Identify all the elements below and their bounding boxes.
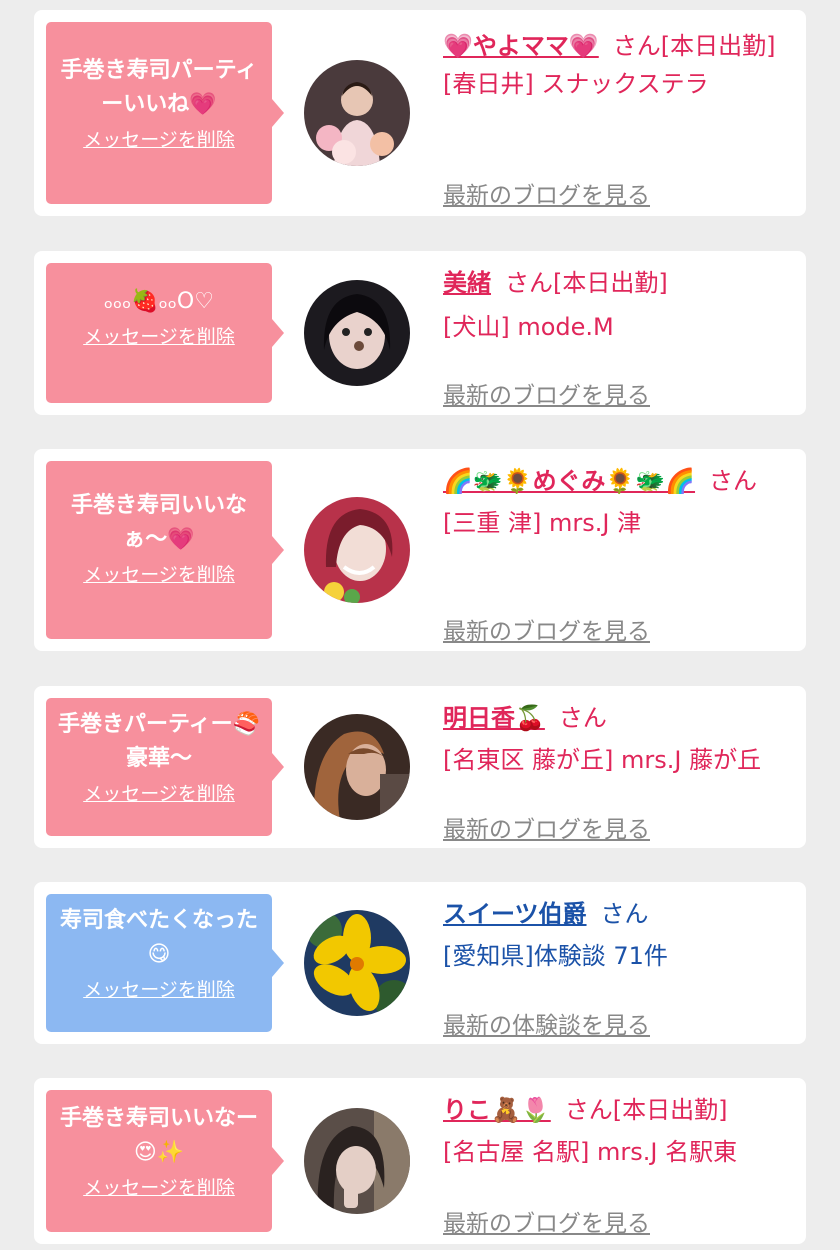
message-bubble: 手巻きパーティー🍣豪華〜 メッセージを削除 <box>46 698 284 836</box>
honorific: さん <box>505 269 553 297</box>
profile-name-link[interactable]: りこ🧸🌷 <box>443 1096 551 1124</box>
blog-link[interactable]: 最新の体験談を見る <box>443 1010 650 1042</box>
message-card: 手巻き寿司パーティーいいね💗 メッセージを削除 💗やよママ💗 さん[本日出勤] [… <box>34 10 806 216</box>
profile-info: 美緒 さん[本日出勤] [犬山] mode.M 最新のブログを見る <box>443 265 793 409</box>
blog-link[interactable]: 最新のブログを見る <box>443 1208 650 1240</box>
profile-name-link[interactable]: 🌈🐲🌻めぐみ🌻🐲🌈 <box>443 467 695 495</box>
delete-message-link[interactable]: メッセージを削除 <box>83 780 235 808</box>
message-bubble: 手巻き寿司いいなー😍✨ メッセージを削除 <box>46 1090 284 1232</box>
message-card: 手巻き寿司いいなー😍✨ メッセージを削除 りこ🧸🌷 さん[本日出勤] [名古屋 名… <box>34 1078 806 1244</box>
store-name: [名古屋 名駅] mrs.J 名駅東 <box>443 1138 738 1166</box>
avatar[interactable] <box>304 60 410 166</box>
message-bubble: 手巻き寿司いいなぁ〜💗 メッセージを削除 <box>46 461 284 639</box>
message-bubble: ₒₒₒ🍓ₒₒO♡ メッセージを削除 <box>46 263 284 403</box>
delete-message-link[interactable]: メッセージを削除 <box>83 1174 235 1202</box>
delete-message-link[interactable]: メッセージを削除 <box>83 323 235 351</box>
blog-link[interactable]: 最新のブログを見る <box>443 814 650 846</box>
message-text: 手巻きパーティー🍣豪華〜 <box>57 712 261 771</box>
delete-message-link[interactable]: メッセージを削除 <box>83 561 235 589</box>
avatar[interactable] <box>304 714 410 820</box>
honorific: さん <box>558 704 607 732</box>
profile-info: りこ🧸🌷 さん[本日出勤] [名古屋 名駅] mrs.J 名駅東 最新のブログを見… <box>443 1092 793 1237</box>
status-badge: [本日出勤] <box>660 32 776 60</box>
profile-name-link[interactable]: 美緒 <box>443 269 491 297</box>
avatar[interactable] <box>304 1108 410 1214</box>
message-card: ₒₒₒ🍓ₒₒO♡ メッセージを削除 美緒 さん[本日出勤] [犬山] mode.M… <box>34 251 806 415</box>
store-name: [愛知県]体験談 71件 <box>443 942 668 970</box>
message-text: ₒₒₒ🍓ₒₒO♡ <box>104 289 214 314</box>
message-card: 手巻きパーティー🍣豪華〜 メッセージを削除 明日香🍒 さん [名東区 藤が丘] m… <box>34 686 806 848</box>
honorific: さん <box>600 900 649 928</box>
delete-message-link[interactable]: メッセージを削除 <box>83 976 235 1004</box>
message-card: 寿司食べたくなった😋 メッセージを削除 スイーツ伯爵 さん [愛知県]体験談 71… <box>34 882 806 1044</box>
avatar[interactable] <box>304 497 410 603</box>
message-text: 手巻き寿司パーティーいいね💗 <box>60 58 258 117</box>
message-text: 手巻き寿司いいなー😍✨ <box>59 1106 258 1165</box>
profile-name-link[interactable]: スイーツ伯爵 <box>443 900 587 928</box>
avatar[interactable] <box>304 280 410 386</box>
message-list: 手巻き寿司パーティーいいね💗 メッセージを削除 💗やよママ💗 さん[本日出勤] [… <box>0 0 840 1250</box>
profile-name-link[interactable]: 明日香🍒 <box>443 704 545 732</box>
profile-name-link[interactable]: 💗やよママ💗 <box>443 32 599 60</box>
profile-info: 明日香🍒 さん [名東区 藤が丘] mrs.J 藤が丘 最新のブログを見る <box>443 700 793 843</box>
status-badge: [本日出勤] <box>553 269 668 297</box>
store-name: [犬山] mode.M <box>443 313 614 341</box>
honorific: さん <box>564 1096 613 1124</box>
message-bubble: 手巻き寿司パーティーいいね💗 メッセージを削除 <box>46 22 284 204</box>
profile-info: 💗やよママ💗 さん[本日出勤] [春日井] スナックステラ 最新のブログを見る <box>443 24 793 209</box>
profile-info: スイーツ伯爵 さん [愛知県]体験談 71件 最新の体験談を見る <box>443 896 793 1039</box>
status-badge: [本日出勤] <box>612 1096 728 1124</box>
honorific: さん <box>612 32 661 60</box>
message-card: 手巻き寿司いいなぁ〜💗 メッセージを削除 🌈🐲🌻めぐみ🌻🐲🌈 さん [三重 津] … <box>34 449 806 651</box>
blog-link[interactable]: 最新のブログを見る <box>443 180 650 212</box>
blog-link[interactable]: 最新のブログを見る <box>443 616 650 648</box>
message-text: 手巻き寿司いいなぁ〜💗 <box>70 493 247 552</box>
message-text: 寿司食べたくなった😋 <box>59 908 258 967</box>
honorific: さん <box>709 467 758 495</box>
avatar[interactable] <box>304 910 410 1016</box>
store-name: [名東区 藤が丘] mrs.J 藤が丘 <box>443 746 762 774</box>
profile-info: 🌈🐲🌻めぐみ🌻🐲🌈 さん [三重 津] mrs.J 津 最新のブログを見る <box>443 463 793 645</box>
blog-link[interactable]: 最新のブログを見る <box>443 380 650 412</box>
store-name: [春日井] スナックステラ <box>443 70 709 98</box>
store-name: [三重 津] mrs.J 津 <box>443 509 642 537</box>
message-bubble: 寿司食べたくなった😋 メッセージを削除 <box>46 894 284 1032</box>
delete-message-link[interactable]: メッセージを削除 <box>83 126 235 154</box>
